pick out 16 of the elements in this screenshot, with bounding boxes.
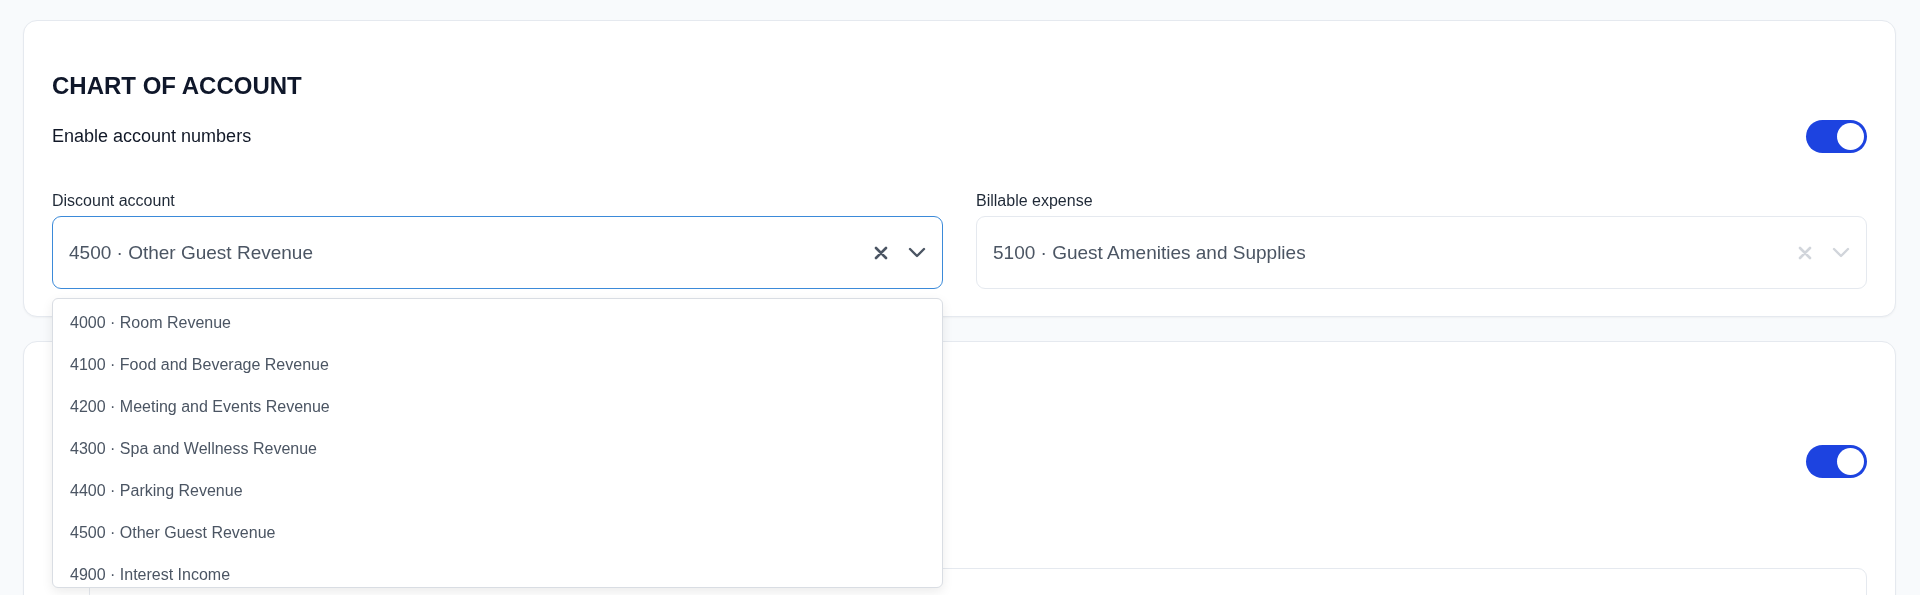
dropdown-option[interactable]: 4200 · Meeting and Events Revenue: [53, 386, 942, 428]
clear-icon[interactable]: [874, 245, 888, 260]
select-field[interactable]: 4500 · Other Guest Revenue: [52, 216, 943, 289]
section-title: CHART OF ACCOUNT: [52, 71, 303, 101]
chevron-down-icon[interactable]: [908, 247, 926, 258]
dropdown-option[interactable]: 4100 · Food and Beverage Revenue: [53, 344, 942, 386]
dropdown-option[interactable]: 4000 · Room Revenue: [53, 302, 942, 344]
toggle-switch[interactable]: [1806, 445, 1867, 478]
dropdown-option[interactable]: 4400 · Parking Revenue: [53, 470, 942, 512]
field-label: Discount account: [52, 191, 176, 210]
toggle-label: Enable account numbers: [52, 126, 252, 147]
dropdown-option[interactable]: 4500 · Other Guest Revenue: [53, 512, 942, 554]
dropdown-option[interactable]: 4300 · Spa and Wellness Revenue: [53, 428, 942, 470]
field-label: Billable expense: [976, 191, 1094, 210]
dropdown-option[interactable]: 4900 · Interest Income: [53, 554, 942, 587]
toggle-switch[interactable]: [1806, 120, 1867, 153]
